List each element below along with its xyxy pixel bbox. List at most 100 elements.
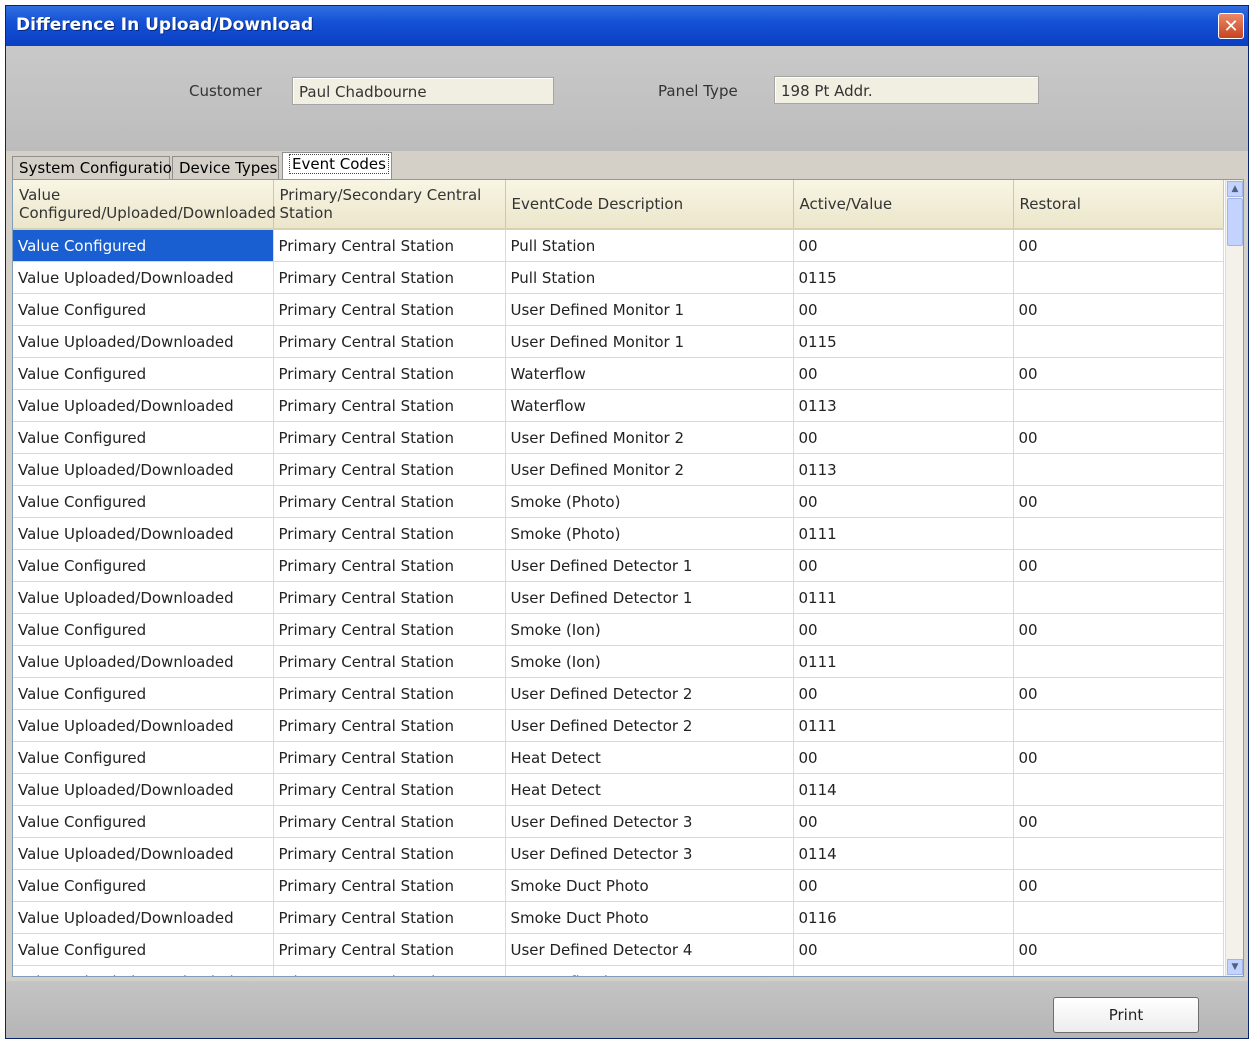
cell-value-type[interactable]: Value Configured — [13, 357, 274, 390]
cell-active-value[interactable]: 0116 — [793, 965, 1014, 976]
table-row[interactable]: Value Uploaded/DownloadedPrimary Central… — [13, 517, 1224, 550]
cell-value-type[interactable]: Value Configured — [13, 677, 274, 710]
title-bar[interactable]: Difference In Upload/Download ✕ — [6, 6, 1248, 46]
cell-central-station[interactable]: Primary Central Station — [273, 517, 506, 550]
cell-active-value[interactable]: 0113 — [793, 453, 1014, 486]
table-row[interactable]: Value Configured Primary Central Station U… — [13, 933, 1224, 966]
scroll-up-icon[interactable]: ▲ — [1227, 181, 1243, 197]
cell-central-station[interactable]: Primary Central Station — [273, 677, 506, 710]
scroll-down-icon[interactable]: ▼ — [1227, 959, 1243, 975]
cell-description[interactable]: Heat Detect — [505, 741, 794, 774]
cell-active-value[interactable]: 00 — [793, 613, 1014, 646]
cell-active-value[interactable]: 0114 — [793, 837, 1014, 870]
cell-description[interactable]: User Defined Monitor 2 — [505, 453, 794, 486]
close-icon[interactable]: ✕ — [1218, 13, 1244, 39]
cell-description[interactable]: User Defined Detector 1 — [505, 549, 794, 582]
table-row[interactable]: Value Configured Primary Central Station U… — [13, 549, 1224, 582]
cell-active-value[interactable]: 00 — [793, 357, 1014, 390]
cell-value-type[interactable]: Value Uploaded/Downloaded — [13, 389, 274, 422]
cell-active-value[interactable]: 0111 — [793, 645, 1014, 678]
cell-description[interactable]: Pull Station — [505, 261, 794, 294]
cell-central-station[interactable]: Primary Central Station — [273, 229, 506, 262]
cell-restoral[interactable]: 00 — [1013, 549, 1224, 582]
table-row[interactable]: Value Uploaded/DownloadedPrimary Central… — [13, 837, 1224, 870]
cell-active-value[interactable]: 00 — [793, 805, 1014, 838]
cell-central-station[interactable]: Primary Central Station — [273, 261, 506, 294]
cell-restoral[interactable] — [1013, 581, 1224, 614]
cell-description[interactable]: User Defined Detector 2 — [505, 677, 794, 710]
cell-active-value[interactable]: 0114 — [793, 773, 1014, 806]
table-row[interactable]: Value Configured Primary Central Station S… — [13, 485, 1224, 518]
cell-active-value[interactable]: 0115 — [793, 325, 1014, 358]
cell-restoral[interactable] — [1013, 261, 1224, 294]
table-row[interactable]: Value Uploaded/DownloadedPrimary Central… — [13, 645, 1224, 678]
cell-active-value[interactable]: 0115 — [793, 261, 1014, 294]
cell-central-station[interactable]: Primary Central Station — [273, 741, 506, 774]
cell-restoral[interactable]: 00 — [1013, 869, 1224, 902]
cell-restoral[interactable]: 00 — [1013, 741, 1224, 774]
table-row[interactable]: Value Configured Primary Central Station H… — [13, 741, 1224, 774]
cell-description[interactable]: User Defined Monitor 1 — [505, 325, 794, 358]
tab-event-codes[interactable]: Event Codes — [282, 152, 392, 180]
cell-central-station[interactable]: Primary Central Station — [273, 421, 506, 454]
cell-active-value[interactable]: 00 — [793, 549, 1014, 582]
cell-active-value[interactable]: 00 — [793, 741, 1014, 774]
cell-description[interactable]: User Defined Detector 4 — [505, 965, 794, 976]
customer-field[interactable]: Paul Chadbourne — [292, 77, 554, 105]
cell-description[interactable]: Smoke (Photo) — [505, 485, 794, 518]
cell-description[interactable]: Smoke (Photo) — [505, 517, 794, 550]
cell-value-type[interactable]: Value Configured — [13, 805, 274, 838]
cell-restoral[interactable]: 00 — [1013, 677, 1224, 710]
cell-central-station[interactable]: Primary Central Station — [273, 485, 506, 518]
cell-description[interactable]: User Defined Detector 3 — [505, 805, 794, 838]
cell-active-value[interactable]: 00 — [793, 869, 1014, 902]
cell-restoral[interactable] — [1013, 389, 1224, 422]
cell-description[interactable]: User Defined Monitor 1 — [505, 293, 794, 326]
cell-central-station[interactable]: Primary Central Station — [273, 581, 506, 614]
cell-central-station[interactable]: Primary Central Station — [273, 549, 506, 582]
table-row[interactable]: Value Configured Primary Central Station U… — [13, 293, 1224, 326]
cell-central-station[interactable]: Primary Central Station — [273, 709, 506, 742]
cell-restoral[interactable]: 00 — [1013, 933, 1224, 966]
table-row[interactable]: Value Uploaded/DownloadedPrimary Central… — [13, 773, 1224, 806]
cell-active-value[interactable]: 00 — [793, 229, 1014, 262]
table-row[interactable]: Value Uploaded/DownloadedPrimary Central… — [13, 709, 1224, 742]
cell-value-type[interactable]: Value Configured — [13, 485, 274, 518]
column-header-restoral[interactable]: Restoral — [1013, 180, 1224, 230]
print-button[interactable]: Print — [1053, 997, 1199, 1033]
column-header-active-value[interactable]: Active/Value — [793, 180, 1014, 230]
column-header-description[interactable]: EventCode Description — [505, 180, 794, 230]
cell-value-type[interactable]: Value Configured — [13, 549, 274, 582]
table-row[interactable]: Value Configured Primary Central Station U… — [13, 805, 1224, 838]
cell-value-type[interactable]: Value Uploaded/Downloaded — [13, 901, 274, 934]
cell-central-station[interactable]: Primary Central Station — [273, 837, 506, 870]
cell-value-type[interactable]: Value Uploaded/Downloaded — [13, 645, 274, 678]
table-row[interactable]: Value Uploaded/DownloadedPrimary Central… — [13, 901, 1224, 934]
cell-value-type[interactable]: Value Uploaded/Downloaded — [13, 773, 274, 806]
cell-description[interactable]: Pull Station — [505, 229, 794, 262]
cell-value-type[interactable]: Value Configured — [13, 933, 274, 966]
cell-description[interactable]: User Defined Detector 3 — [505, 837, 794, 870]
cell-value-type[interactable]: Value Uploaded/Downloaded — [13, 965, 274, 976]
table-row[interactable]: Value Uploaded/DownloadedPrimary Central… — [13, 581, 1224, 614]
cell-restoral[interactable]: 00 — [1013, 293, 1224, 326]
cell-active-value[interactable]: 00 — [793, 421, 1014, 454]
cell-active-value[interactable]: 0113 — [793, 389, 1014, 422]
cell-value-type[interactable]: Value Uploaded/Downloaded — [13, 709, 274, 742]
cell-restoral[interactable] — [1013, 645, 1224, 678]
cell-value-type[interactable]: Value Uploaded/Downloaded — [13, 581, 274, 614]
table-row[interactable]: Value Configured Primary Central Station W… — [13, 357, 1224, 390]
cell-active-value[interactable]: 0116 — [793, 901, 1014, 934]
vertical-scrollbar[interactable]: ▲ ▼ — [1225, 180, 1243, 976]
table-row[interactable]: Value Configured Primary Central Station S… — [13, 613, 1224, 646]
cell-central-station[interactable]: Primary Central Station — [273, 901, 506, 934]
cell-value-type[interactable]: Value Configured — [13, 741, 274, 774]
cell-central-station[interactable]: Primary Central Station — [273, 645, 506, 678]
cell-restoral[interactable]: 00 — [1013, 485, 1224, 518]
cell-value-type[interactable]: Value Uploaded/Downloaded — [13, 325, 274, 358]
cell-description[interactable]: User Defined Detector 1 — [505, 581, 794, 614]
table-row[interactable]: Value Uploaded/DownloadedPrimary Central… — [13, 453, 1224, 486]
cell-value-type[interactable]: Value Configured — [13, 869, 274, 902]
cell-central-station[interactable]: Primary Central Station — [273, 613, 506, 646]
cell-central-station[interactable]: Primary Central Station — [273, 293, 506, 326]
